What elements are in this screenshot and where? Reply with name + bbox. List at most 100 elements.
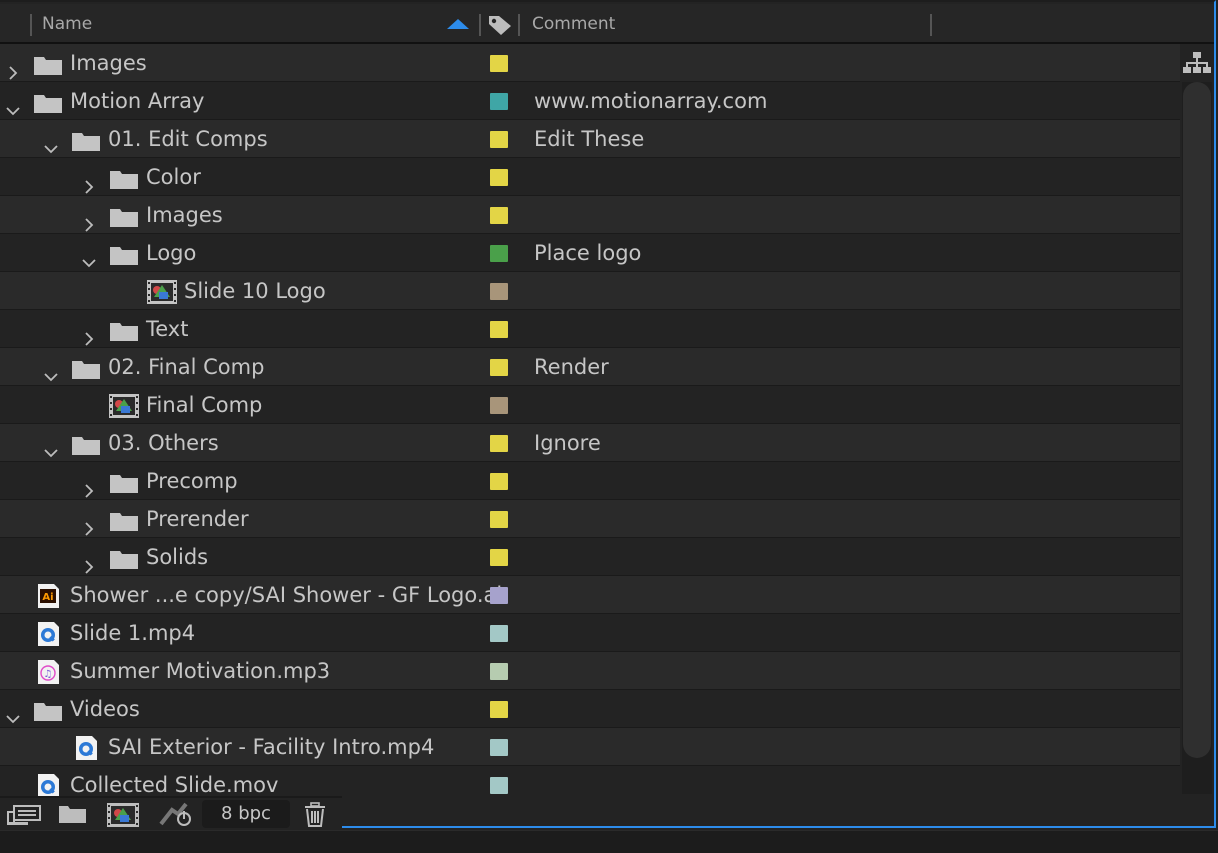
project-item-row[interactable]: 02. Final Comp Render	[0, 348, 1180, 386]
item-comment[interactable]: Ignore	[534, 424, 601, 462]
label-color-swatch[interactable]	[490, 207, 508, 224]
label-color-swatch[interactable]	[490, 283, 508, 300]
project-item-row[interactable]: Color	[0, 158, 1180, 196]
sort-ascending-icon[interactable]	[446, 18, 470, 30]
panel-footer-toolbar: 8 bpc	[0, 796, 342, 832]
label-color-swatch[interactable]	[490, 131, 508, 148]
illustrator-file-icon: Ai	[32, 583, 64, 608]
label-color-swatch[interactable]	[490, 739, 508, 756]
item-name: Slide 1.mp4	[70, 621, 196, 645]
folder-icon	[108, 469, 140, 493]
chevron-right-icon[interactable]	[82, 321, 96, 346]
folder-icon	[70, 431, 102, 455]
svg-text:Ai: Ai	[42, 592, 53, 603]
label-color-swatch[interactable]	[490, 625, 508, 642]
label-color-swatch[interactable]	[490, 245, 508, 262]
name-column-header[interactable]: Name	[42, 14, 92, 34]
project-item-row[interactable]: Motion Array www.motionarray.com	[0, 82, 1180, 120]
project-item-row[interactable]: ♫ Summer Motivation.mp3	[0, 652, 1180, 690]
item-name: 01. Edit Comps	[108, 127, 268, 151]
chevron-right-icon[interactable]	[6, 55, 20, 80]
folder-icon	[32, 89, 64, 113]
project-panel: Name Comment Images Motion Array www.motio…	[0, 0, 1216, 832]
quicktime-icon	[70, 735, 102, 760]
project-item-row[interactable]: Videos	[0, 690, 1180, 728]
item-name: Precomp	[146, 469, 238, 493]
chevron-down-icon[interactable]	[6, 93, 20, 116]
chevron-right-icon[interactable]	[82, 169, 96, 194]
quicktime-icon	[32, 773, 64, 796]
folder-icon	[32, 51, 64, 75]
project-item-row[interactable]: Logo Place logo	[0, 234, 1180, 272]
item-name: Images	[70, 51, 147, 75]
project-item-row[interactable]: Prerender	[0, 500, 1180, 538]
chevron-down-icon[interactable]	[82, 245, 96, 268]
project-item-row[interactable]: Images	[0, 44, 1180, 82]
label-color-swatch[interactable]	[490, 397, 508, 414]
label-color-swatch[interactable]	[490, 511, 508, 528]
column-divider[interactable]	[479, 14, 481, 36]
label-tag-icon[interactable]	[487, 14, 513, 36]
project-item-row[interactable]: Slide 1.mp4	[0, 614, 1180, 652]
svg-text:♫: ♫	[44, 669, 53, 680]
project-item-row[interactable]: Collected Slide.mov	[0, 766, 1180, 796]
label-color-swatch[interactable]	[490, 587, 508, 604]
chevron-right-icon[interactable]	[82, 473, 96, 498]
chevron-right-icon[interactable]	[82, 511, 96, 536]
column-divider[interactable]	[518, 14, 520, 36]
bit-depth-button[interactable]: 8 bpc	[202, 800, 290, 828]
project-item-row[interactable]: Text	[0, 310, 1180, 348]
label-color-swatch[interactable]	[490, 473, 508, 490]
project-item-row[interactable]: Ai Shower ...e copy/SAI Shower - GF Logo.…	[0, 576, 1180, 614]
label-color-swatch[interactable]	[490, 93, 508, 110]
label-color-swatch[interactable]	[490, 701, 508, 718]
project-item-row[interactable]: 01. Edit Comps Edit These	[0, 120, 1180, 158]
item-comment[interactable]: Render	[534, 348, 609, 386]
project-item-row[interactable]: 03. Others Ignore	[0, 424, 1180, 462]
label-color-swatch[interactable]	[490, 435, 508, 452]
label-color-swatch[interactable]	[490, 549, 508, 566]
chevron-down-icon[interactable]	[6, 701, 20, 724]
trash-icon[interactable]	[302, 802, 328, 828]
chevron-right-icon[interactable]	[82, 549, 96, 574]
chevron-right-icon[interactable]	[82, 207, 96, 232]
label-color-swatch[interactable]	[490, 663, 508, 680]
item-comment[interactable]: Place logo	[534, 234, 641, 272]
chevron-down-icon[interactable]	[44, 131, 58, 154]
flowchart-icon[interactable]	[1182, 50, 1212, 76]
project-item-row[interactable]: Solids	[0, 538, 1180, 576]
composition-icon	[108, 393, 140, 418]
label-color-swatch[interactable]	[490, 169, 508, 186]
scrollbar-thumb[interactable]	[1183, 82, 1211, 758]
folder-icon	[108, 317, 140, 341]
quicktime-icon	[32, 621, 64, 646]
project-item-row[interactable]: Final Comp	[0, 386, 1180, 424]
new-folder-icon[interactable]	[58, 802, 88, 826]
project-settings-icon[interactable]	[158, 802, 194, 828]
chevron-down-icon[interactable]	[44, 435, 58, 458]
item-comment[interactable]: Edit These	[534, 120, 644, 158]
project-items-list: Images Motion Array www.motionarray.com 01.…	[0, 44, 1180, 796]
comment-column-header[interactable]: Comment	[532, 14, 615, 34]
chevron-down-icon[interactable]	[44, 359, 58, 382]
project-item-row[interactable]: Images	[0, 196, 1180, 234]
panel-bottom-strip	[0, 830, 1218, 853]
new-composition-icon[interactable]	[106, 802, 140, 828]
item-name: Prerender	[146, 507, 249, 531]
project-item-row[interactable]: SAI Exterior - Facility Intro.mp4	[0, 728, 1180, 766]
label-color-swatch[interactable]	[490, 55, 508, 72]
label-color-swatch[interactable]	[490, 321, 508, 338]
column-divider[interactable]	[930, 14, 932, 36]
item-name: Shower ...e copy/SAI Shower - GF Logo.ai	[70, 583, 503, 607]
item-name: Logo	[146, 241, 197, 265]
column-divider[interactable]	[30, 14, 32, 36]
project-item-row[interactable]: Slide 10 Logo	[0, 272, 1180, 310]
label-color-swatch[interactable]	[490, 777, 508, 794]
item-comment[interactable]: www.motionarray.com	[534, 82, 767, 120]
label-color-swatch[interactable]	[490, 359, 508, 376]
item-name: Collected Slide.mov	[70, 773, 279, 796]
project-item-row[interactable]: Precomp	[0, 462, 1180, 500]
interpret-footage-icon[interactable]	[6, 802, 42, 828]
item-name: Color	[146, 165, 201, 189]
item-name: Videos	[70, 697, 140, 721]
